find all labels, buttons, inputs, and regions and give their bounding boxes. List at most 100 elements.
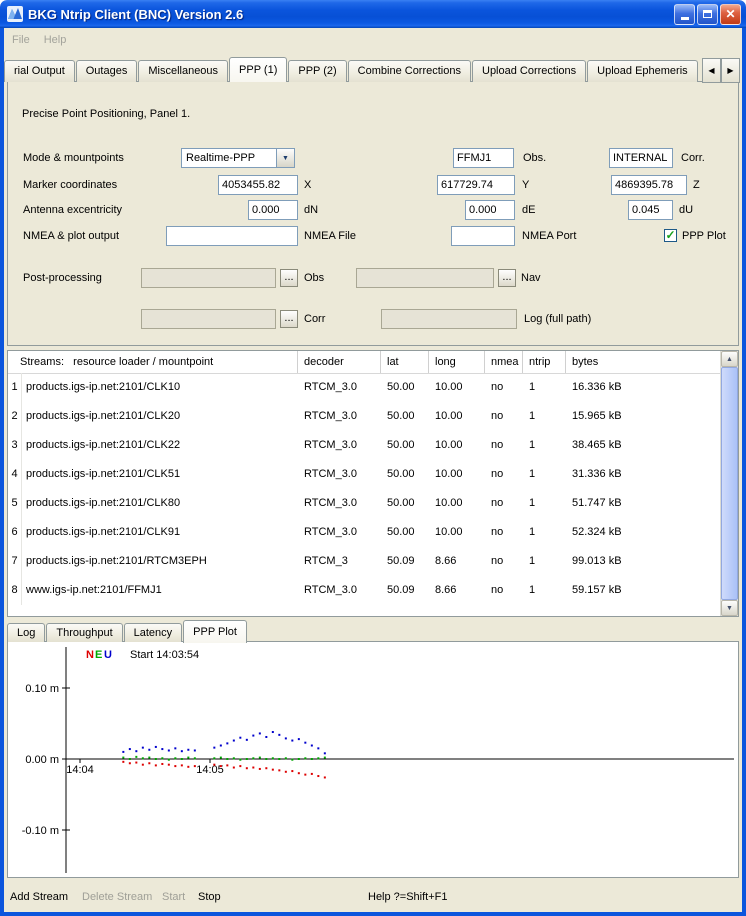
tab-ppp-1[interactable]: PPP (1) bbox=[229, 57, 287, 82]
post-corr-field bbox=[141, 309, 276, 329]
mode-combobox[interactable]: Realtime-PPP ▼ bbox=[181, 148, 295, 168]
cell-nmea: no bbox=[485, 576, 523, 605]
data-point-e bbox=[161, 757, 163, 759]
x-label: X bbox=[304, 175, 311, 195]
tab-ppp-2[interactable]: PPP (2) bbox=[288, 60, 346, 82]
obs-mountpoint-field[interactable] bbox=[453, 148, 514, 168]
tab-rial-output[interactable]: rial Output bbox=[4, 60, 75, 82]
cell-decoder: RTCM_3.0 bbox=[298, 373, 381, 402]
bottom-tab-log[interactable]: Log bbox=[7, 623, 45, 642]
data-point-n bbox=[239, 765, 241, 767]
table-row[interactable]: 7products.igs-ip.net:2101/RTCM3EPHRTCM_3… bbox=[8, 547, 721, 576]
cell-bytes: 15.965 kB bbox=[566, 402, 721, 431]
minimize-button[interactable] bbox=[674, 4, 695, 25]
cell-num: 7 bbox=[8, 547, 22, 576]
chevron-down-icon[interactable]: ▼ bbox=[276, 149, 294, 167]
cell-bytes: 52.324 kB bbox=[566, 518, 721, 547]
dn-field[interactable] bbox=[248, 200, 298, 220]
cell-bytes: 38.465 kB bbox=[566, 431, 721, 460]
cell-lat: 50.00 bbox=[381, 373, 429, 402]
ppp-plot-checkbox[interactable]: ✓ bbox=[664, 229, 677, 242]
table-row[interactable]: 8www.igs-ip.net:2101/FFMJ1RTCM_3.050.098… bbox=[8, 576, 721, 605]
data-point-e bbox=[148, 757, 150, 759]
data-point-e bbox=[304, 757, 306, 759]
data-point-e bbox=[285, 757, 287, 759]
table-scrollbar[interactable]: ▲ ▼ bbox=[720, 351, 738, 616]
cell-decoder: RTCM_3.0 bbox=[298, 576, 381, 605]
stop-button[interactable]: Stop bbox=[198, 891, 221, 903]
tab-combine-corrections[interactable]: Combine Corrections bbox=[348, 60, 471, 82]
tab-scroll-left-icon[interactable]: ◀ bbox=[702, 58, 721, 83]
header-nmea: nmea bbox=[485, 351, 523, 373]
cell-ntrip: 1 bbox=[523, 460, 566, 489]
scroll-down-icon[interactable]: ▼ bbox=[721, 600, 738, 616]
header-ntrip: ntrip bbox=[523, 351, 566, 373]
bottom-tab-throughput[interactable]: Throughput bbox=[46, 623, 122, 642]
marker-y-field[interactable] bbox=[437, 175, 515, 195]
data-point-n bbox=[317, 775, 319, 777]
y-tick-label: -0.10 m bbox=[22, 825, 59, 837]
tab-upload-corrections[interactable]: Upload Corrections bbox=[472, 60, 586, 82]
scroll-up-icon[interactable]: ▲ bbox=[721, 351, 738, 367]
tab-miscellaneous[interactable]: Miscellaneous bbox=[138, 60, 228, 82]
obs-label: Obs. bbox=[523, 148, 546, 168]
data-point-u bbox=[239, 737, 241, 739]
tab-outages[interactable]: Outages bbox=[76, 60, 138, 82]
cell-lat: 50.00 bbox=[381, 518, 429, 547]
bottom-tab-latency[interactable]: Latency bbox=[124, 623, 183, 642]
data-point-e bbox=[168, 759, 170, 761]
streams-table-body: 1products.igs-ip.net:2101/CLK10RTCM_3.05… bbox=[8, 373, 721, 616]
table-row[interactable]: 2products.igs-ip.net:2101/CLK20RTCM_3.05… bbox=[8, 402, 721, 431]
browse-nav-button[interactable]: ... bbox=[498, 269, 516, 287]
table-row[interactable]: 6products.igs-ip.net:2101/CLK91RTCM_3.05… bbox=[8, 518, 721, 547]
header-bytes: bytes bbox=[566, 351, 721, 373]
data-point-e bbox=[213, 757, 215, 759]
cell-long: 10.00 bbox=[429, 431, 485, 460]
tab-upload-ephemeris[interactable]: Upload Ephemeris bbox=[587, 60, 698, 82]
cell-long: 10.00 bbox=[429, 489, 485, 518]
data-point-e bbox=[181, 758, 183, 760]
data-point-e bbox=[278, 758, 280, 760]
corr-mountpoint-field[interactable] bbox=[609, 148, 673, 168]
header-lat: lat bbox=[381, 351, 429, 373]
data-point-u bbox=[129, 748, 131, 750]
ppp1-panel: Precise Point Positioning, Panel 1. Mode… bbox=[7, 81, 739, 346]
marker-z-field[interactable] bbox=[611, 175, 687, 195]
menu-file[interactable]: File bbox=[12, 34, 30, 46]
data-point-e bbox=[324, 757, 326, 759]
table-row[interactable]: 1products.igs-ip.net:2101/CLK10RTCM_3.05… bbox=[8, 373, 721, 402]
post-nav-label: Nav bbox=[521, 268, 541, 288]
cell-ntrip: 1 bbox=[523, 431, 566, 460]
maximize-button[interactable] bbox=[697, 4, 718, 25]
cell-lat: 50.00 bbox=[381, 431, 429, 460]
nmea-file-label: NMEA File bbox=[304, 226, 356, 246]
nmea-port-field[interactable] bbox=[451, 226, 515, 246]
data-point-u bbox=[181, 750, 183, 752]
table-row[interactable]: 3products.igs-ip.net:2101/CLK22RTCM_3.05… bbox=[8, 431, 721, 460]
cell-lat: 50.09 bbox=[381, 576, 429, 605]
tab-scroll-right-icon[interactable]: ▶ bbox=[721, 58, 740, 83]
app-window: BKG Ntrip Client (BNC) Version 2.6 ✕ Fil… bbox=[0, 0, 746, 916]
de-field[interactable] bbox=[465, 200, 515, 220]
cell-decoder: RTCM_3.0 bbox=[298, 402, 381, 431]
bottom-tab-ppp-plot[interactable]: PPP Plot bbox=[183, 620, 247, 643]
data-point-n bbox=[265, 767, 267, 769]
data-point-n bbox=[148, 762, 150, 764]
nmea-file-field[interactable] bbox=[166, 226, 298, 246]
table-row[interactable]: 4products.igs-ip.net:2101/CLK51RTCM_3.05… bbox=[8, 460, 721, 489]
marker-label: Marker coordinates bbox=[23, 175, 117, 195]
cell-nmea: no bbox=[485, 402, 523, 431]
table-row[interactable]: 5products.igs-ip.net:2101/CLK80RTCM_3.05… bbox=[8, 489, 721, 518]
scrollbar-thumb[interactable] bbox=[721, 367, 738, 600]
du-field[interactable] bbox=[628, 200, 673, 220]
data-point-n bbox=[194, 765, 196, 767]
cell-long: 8.66 bbox=[429, 547, 485, 576]
marker-x-field[interactable] bbox=[218, 175, 298, 195]
cell-num: 3 bbox=[8, 431, 22, 460]
menu-help[interactable]: Help bbox=[44, 34, 67, 46]
add-stream-button[interactable]: Add Stream bbox=[10, 891, 68, 903]
close-button[interactable]: ✕ bbox=[720, 4, 741, 25]
browse-corr-button[interactable]: ... bbox=[280, 310, 298, 328]
browse-obs-button[interactable]: ... bbox=[280, 269, 298, 287]
data-point-e bbox=[122, 757, 124, 759]
